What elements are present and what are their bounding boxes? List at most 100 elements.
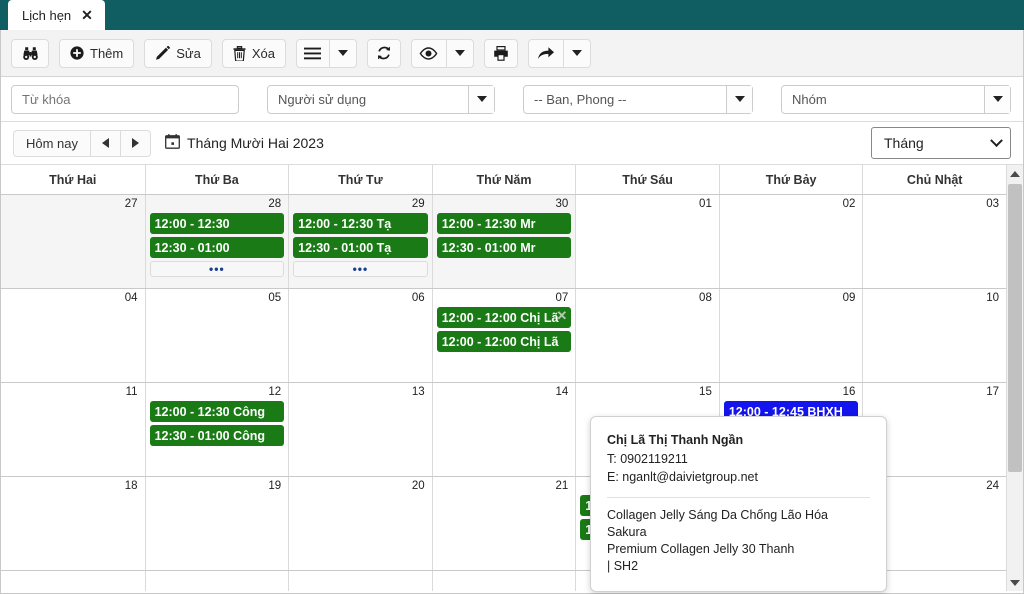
view-mode-select[interactable]: Tháng — [871, 127, 1011, 159]
user-select-arrow[interactable] — [468, 85, 494, 113]
scroll-down-button[interactable] — [1007, 574, 1023, 591]
calendar-event[interactable]: 12:00 - 12:30 Mr — [436, 213, 572, 234]
tooltip-description-line3: | SH2 — [607, 559, 639, 573]
binoculars-icon — [22, 46, 39, 61]
calendar-day-cell[interactable] — [431, 571, 576, 591]
calendar-event[interactable]: 12:00 - 12:00 Chị Lã — [436, 331, 572, 352]
calendar-day-cell[interactable]: 02 — [718, 195, 863, 288]
prev-period-button[interactable] — [91, 129, 122, 157]
department-select-arrow[interactable] — [726, 85, 752, 113]
calendar-event[interactable]: 12:30 - 01:00 Tạ — [293, 237, 428, 258]
day-header-fri: Thứ Sáu — [575, 165, 719, 194]
chevron-down-icon — [571, 50, 582, 56]
app-container: Thêm Sửa Xóa Từ khóa Người sử dụng -- Ba… — [0, 30, 1024, 594]
calendar-event[interactable]: 12:30 - 01:00 Mr — [436, 237, 572, 258]
menu-dropdown-button[interactable] — [329, 38, 357, 68]
calendar-day-cell[interactable]: 01 — [575, 195, 719, 288]
calendar-day-cell[interactable] — [144, 571, 289, 591]
calendar-event[interactable]: 12:30 - 01:00 Công — [149, 425, 285, 446]
calendar-day-cell[interactable] — [288, 571, 432, 591]
calendar-day-cell[interactable]: 04 — [1, 289, 145, 382]
calendar-day-cell[interactable]: 03 — [862, 195, 1006, 288]
calendar-day-cell[interactable] — [1, 571, 145, 591]
calendar-day-cell[interactable]: 20 — [288, 477, 432, 570]
calendar-event[interactable]: 12:00 - 12:00 Chị Lã ✕ — [436, 307, 572, 328]
calendar-day-cell[interactable]: 21 — [431, 477, 576, 570]
view-mode-value: Tháng — [884, 135, 924, 151]
keyword-input-field[interactable] — [12, 91, 238, 107]
calendar-day-cell[interactable]: 28 12:00 - 12:30 12:30 - 01:00 ••• — [144, 195, 289, 288]
user-select-value: Người sử dụng — [278, 91, 367, 107]
group-select-arrow[interactable] — [984, 85, 1010, 113]
calendar-day-cell[interactable]: 19 — [144, 477, 289, 570]
show-more-events-button[interactable]: ••• — [293, 261, 428, 277]
group-select-value: Nhóm — [792, 91, 827, 107]
department-select[interactable]: -- Ban, Phong -- — [523, 84, 753, 114]
next-period-button[interactable] — [121, 129, 152, 157]
day-header-sat: Thứ Bảy — [718, 165, 863, 194]
calendar-day-cell[interactable]: 09 — [718, 289, 863, 382]
keyword-search-input[interactable] — [11, 84, 239, 114]
chevron-down-icon — [337, 50, 348, 56]
calendar-event-label: 12:00 - 12:30 — [154, 216, 230, 231]
share-dropdown-button[interactable] — [563, 38, 591, 68]
delete-button[interactable]: Xóa — [221, 38, 286, 68]
user-select[interactable]: Người sử dụng — [267, 84, 495, 114]
today-button[interactable]: Hôm nay — [13, 129, 92, 157]
preview-button[interactable] — [410, 38, 447, 68]
edit-button[interactable]: Sửa — [144, 38, 212, 68]
calendar-event[interactable]: 12:00 - 12:30 Tạ — [293, 213, 428, 234]
print-button[interactable] — [483, 38, 518, 68]
tabstrip-background — [0, 0, 1024, 30]
calendar-day-cell[interactable]: 08 — [575, 289, 719, 382]
calendar-event[interactable]: 12:00 - 12:30 — [149, 213, 285, 234]
tab-lich-hen[interactable]: Lịch hẹn ✕ — [8, 0, 105, 30]
period-title-wrap: Tháng Mười Hai 2023 — [165, 134, 324, 152]
share-button-group — [527, 38, 591, 68]
calendar-day-cell[interactable]: 10 — [862, 289, 1006, 382]
calendar-day-cell[interactable]: 27 — [1, 195, 145, 288]
scroll-up-button[interactable] — [1007, 165, 1023, 182]
day-number: 04 — [124, 292, 138, 304]
add-button[interactable]: Thêm — [59, 38, 135, 68]
day-number: 10 — [986, 292, 999, 304]
show-more-events-button[interactable]: ••• — [149, 261, 285, 277]
calendar-day-cell[interactable]: 13 — [288, 383, 432, 476]
menu-button[interactable] — [295, 38, 330, 68]
scrollbar-thumb[interactable] — [1008, 184, 1022, 472]
day-number: 15 — [699, 386, 712, 398]
triangle-down-icon — [1010, 579, 1020, 586]
calendar-day-cell[interactable]: 30 12:00 - 12:30 Mr 12:30 - 01:00 Mr — [431, 195, 576, 288]
calendar-day-cell[interactable]: 29 12:00 - 12:30 Tạ 12:30 - 01:00 Tạ ••• — [288, 195, 432, 288]
day-number: 17 — [986, 386, 999, 398]
calendar-day-cell[interactable]: 07 12:00 - 12:00 Chị Lã ✕ 12:00 - 12:00 Chị… — [431, 289, 576, 382]
refresh-button[interactable] — [366, 38, 401, 68]
calendar-day-cell[interactable]: 11 — [1, 383, 145, 476]
nav-button-group: Hôm nay — [13, 129, 152, 157]
day-number — [292, 573, 429, 576]
day-number: 03 — [986, 198, 999, 210]
day-number: 12 — [268, 386, 282, 398]
day-number: 16 — [842, 386, 856, 398]
calendar-day-cell[interactable]: 05 — [144, 289, 289, 382]
pencil-icon — [155, 45, 171, 61]
trash-icon — [233, 45, 246, 61]
group-select[interactable]: Nhóm — [781, 84, 1011, 114]
calendar-vertical-scrollbar[interactable] — [1006, 165, 1023, 591]
share-button[interactable] — [527, 38, 564, 68]
day-number: 29 — [411, 198, 425, 210]
view-button-group — [410, 38, 474, 68]
chevron-left-icon — [102, 138, 110, 148]
calendar-day-cell[interactable]: 14 — [431, 383, 576, 476]
close-icon[interactable]: ✕ — [81, 8, 93, 22]
calendar-day-cell[interactable]: 06 — [288, 289, 432, 382]
event-close-icon[interactable]: ✕ — [556, 308, 567, 324]
calendar-event[interactable]: 12:30 - 01:00 — [149, 237, 285, 258]
chevron-down-icon — [476, 96, 487, 102]
search-button[interactable] — [11, 38, 49, 68]
view-dropdown-button[interactable] — [446, 38, 474, 68]
calendar-event[interactable]: 12:00 - 12:30 Công — [149, 401, 285, 422]
calendar-day-cell[interactable]: 18 — [1, 477, 145, 570]
calendar-day-cell[interactable]: 12 12:00 - 12:30 Công 12:30 - 01:00 Công — [144, 383, 289, 476]
day-number: 06 — [411, 292, 425, 304]
